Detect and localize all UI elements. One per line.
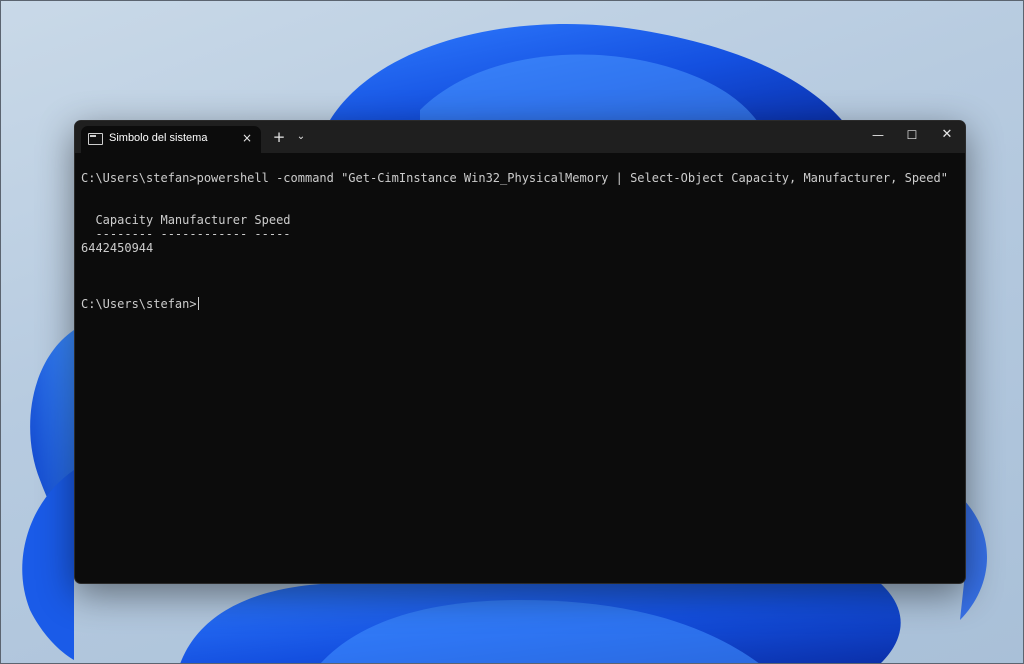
prompt-line[interactable]: C:\Users\stefan> [81, 297, 199, 311]
chevron-down-icon[interactable]: ⌄ [293, 128, 309, 146]
terminal-icon [88, 133, 103, 145]
tab-simbolo-del-sistema[interactable]: Simbolo del sistema × [81, 126, 261, 153]
capacity-value: 6442450944 [81, 241, 154, 255]
minimize-button[interactable]: — [861, 121, 895, 149]
command-line: C:\Users\stefan>powershell -command "Get… [81, 171, 948, 185]
table-header: Capacity Manufacturer Speed [81, 213, 291, 227]
title-bar[interactable]: Simbolo del sistema × + ⌄ — ☐ ✕ [75, 121, 965, 153]
tab-title: Simbolo del sistema [109, 132, 208, 144]
new-tab-button[interactable]: + [271, 128, 287, 146]
tab-close-icon[interactable]: × [239, 130, 255, 146]
terminal-output[interactable]: C:\Users\stefan>powershell -command "Get… [81, 167, 959, 577]
table-separator: -------- ------------ ----- [81, 227, 291, 241]
bloom-petal-left-lower [22, 470, 74, 660]
close-window-button[interactable]: ✕ [930, 121, 964, 149]
prompt-text: C:\Users\stefan> [81, 297, 197, 311]
command-prompt-window[interactable]: Simbolo del sistema × + ⌄ — ☐ ✕ C:\Users… [74, 120, 966, 584]
maximize-button[interactable]: ☐ [895, 121, 929, 149]
text-cursor [197, 297, 199, 310]
